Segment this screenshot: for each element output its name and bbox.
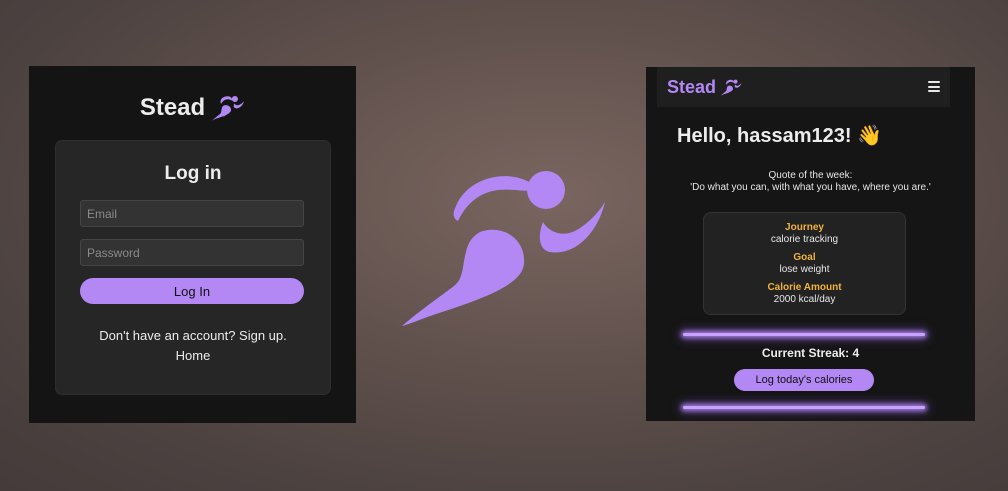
password-field[interactable] <box>80 239 304 266</box>
login-brand-logo: Stead <box>29 94 356 122</box>
brand-name: Stead <box>667 77 717 97</box>
quote-text: 'Do what you can, with what you have, wh… <box>690 182 931 193</box>
quote-label: Quote of the week: <box>768 170 853 181</box>
divider <box>683 333 925 336</box>
log-calories-button[interactable]: Log today's calories <box>734 369 874 391</box>
login-screen: Stead Log in Log In Don't have an accoun… <box>29 66 356 423</box>
login-card: Log in Log In Don't have an account? Sig… <box>55 140 331 395</box>
signup-link[interactable]: Don't have an account? Sign up. <box>56 328 330 343</box>
divider <box>683 406 925 409</box>
goal-label: Goal <box>793 252 816 263</box>
hamburger-menu-icon[interactable] <box>928 81 940 92</box>
email-field[interactable] <box>80 200 304 227</box>
runner-icon <box>402 171 605 326</box>
dashboard-screen: Stead Hello, hassam123! 👋 Quote of the w… <box>646 67 975 421</box>
brand-name: Stead <box>139 94 206 121</box>
journey-label: Journey <box>785 222 824 233</box>
login-heading: Log in <box>164 163 222 184</box>
greeting-heading: Hello, hassam123! 👋 <box>677 125 882 147</box>
runner-icon <box>212 95 245 121</box>
navbar: Stead <box>657 67 950 107</box>
journey-value: calorie tracking <box>770 234 839 245</box>
navbar-brand-logo[interactable]: Stead <box>667 77 742 98</box>
profile-summary-card: Journey calorie tracking Goal lose weigh… <box>703 212 906 315</box>
goal-value: lose weight <box>779 264 830 275</box>
calorie-amount-label: Calorie Amount <box>767 282 842 293</box>
runner-icon <box>720 79 742 96</box>
current-streak: Current Streak: 4 <box>761 346 860 360</box>
login-button[interactable]: Log In <box>80 278 304 304</box>
calorie-amount-value: 2000 kcal/day <box>773 294 836 305</box>
home-link[interactable]: Home <box>56 348 330 363</box>
